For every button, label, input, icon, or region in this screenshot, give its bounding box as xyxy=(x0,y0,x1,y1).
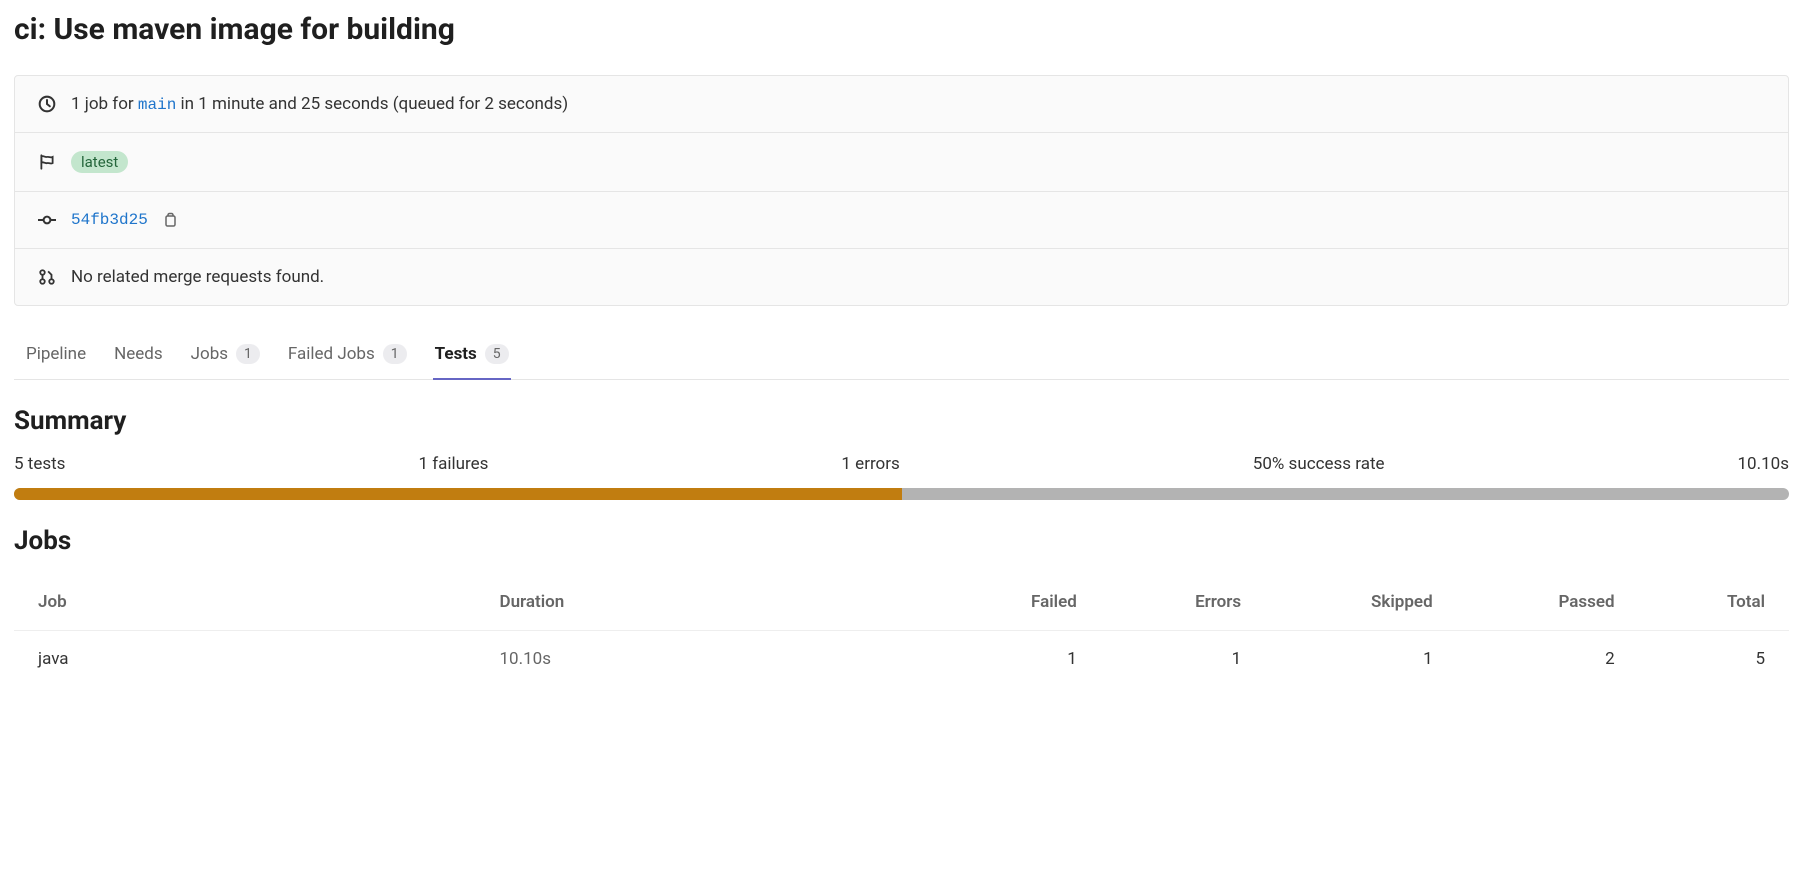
cell-errors: 1 xyxy=(1101,631,1265,688)
col-errors: Errors xyxy=(1101,574,1265,631)
cell-duration: 10.10s xyxy=(476,631,938,688)
jobs-summary-row: 1 job for main in 1 minute and 25 second… xyxy=(15,76,1788,133)
summary-failures: 1 failures xyxy=(418,454,488,474)
jobs-summary-text: 1 job for main in 1 minute and 25 second… xyxy=(71,94,568,114)
progress-bar xyxy=(14,488,1789,500)
tab-pipeline[interactable]: Pipeline xyxy=(24,330,88,380)
summary-tests: 5 tests xyxy=(14,454,65,474)
table-header-row: Job Duration Failed Errors Skipped Passe… xyxy=(14,574,1789,631)
col-skipped: Skipped xyxy=(1265,574,1457,631)
summary-row: 5 tests 1 failures 1 errors 50% success … xyxy=(14,454,1789,474)
cell-passed: 2 xyxy=(1457,631,1639,688)
cell-failed: 1 xyxy=(937,631,1101,688)
jobs-heading: Jobs xyxy=(14,526,1789,556)
flag-icon xyxy=(37,152,57,172)
cell-job: java xyxy=(14,631,476,688)
tab-failed-jobs[interactable]: Failed Jobs 1 xyxy=(286,330,409,380)
cell-skipped: 1 xyxy=(1265,631,1457,688)
col-failed: Failed xyxy=(937,574,1101,631)
table-row[interactable]: java10.10s11125 xyxy=(14,631,1789,688)
copy-commit-button[interactable] xyxy=(162,212,178,228)
branch-link[interactable]: main xyxy=(138,96,176,114)
commit-row: 54fb3d25 xyxy=(15,192,1788,249)
summary-time: 10.10s xyxy=(1738,454,1789,474)
mr-row: No related merge requests found. xyxy=(15,249,1788,305)
jobs-suffix: in 1 minute and 25 seconds (queued for 2… xyxy=(176,94,568,114)
mr-text: No related merge requests found. xyxy=(71,267,324,287)
summary-heading: Summary xyxy=(14,406,1789,436)
progress-fill xyxy=(14,488,902,500)
col-total: Total xyxy=(1639,574,1789,631)
tab-tests-label: Tests xyxy=(435,344,477,364)
tabs: Pipeline Needs Jobs 1 Failed Jobs 1 Test… xyxy=(14,330,1789,380)
latest-badge: latest xyxy=(71,151,128,173)
col-passed: Passed xyxy=(1457,574,1639,631)
pipeline-info-well: 1 job for main in 1 minute and 25 second… xyxy=(14,75,1789,306)
cell-total: 5 xyxy=(1639,631,1789,688)
summary-errors: 1 errors xyxy=(841,454,899,474)
col-job: Job xyxy=(14,574,476,631)
tab-failed-jobs-label: Failed Jobs xyxy=(288,344,375,364)
clock-icon xyxy=(37,94,57,114)
tab-failed-jobs-count: 1 xyxy=(383,344,407,364)
tab-needs[interactable]: Needs xyxy=(112,330,165,380)
summary-success-rate: 50% success rate xyxy=(1253,454,1385,474)
tab-tests-count: 5 xyxy=(485,344,509,364)
commit-link[interactable]: 54fb3d25 xyxy=(71,211,148,229)
col-duration: Duration xyxy=(476,574,938,631)
tab-tests[interactable]: Tests 5 xyxy=(433,330,511,380)
tab-jobs-label: Jobs xyxy=(191,344,228,364)
tags-row: latest xyxy=(15,133,1788,192)
merge-request-icon xyxy=(37,267,57,287)
jobs-prefix: 1 job for xyxy=(71,94,138,114)
page-title: ci: Use maven image for building xyxy=(14,12,1789,47)
commit-icon xyxy=(37,210,57,230)
tab-pipeline-label: Pipeline xyxy=(26,344,86,364)
tab-jobs-count: 1 xyxy=(236,344,260,364)
tab-needs-label: Needs xyxy=(114,344,163,364)
jobs-table: Job Duration Failed Errors Skipped Passe… xyxy=(14,574,1789,687)
tab-jobs[interactable]: Jobs 1 xyxy=(189,330,262,380)
